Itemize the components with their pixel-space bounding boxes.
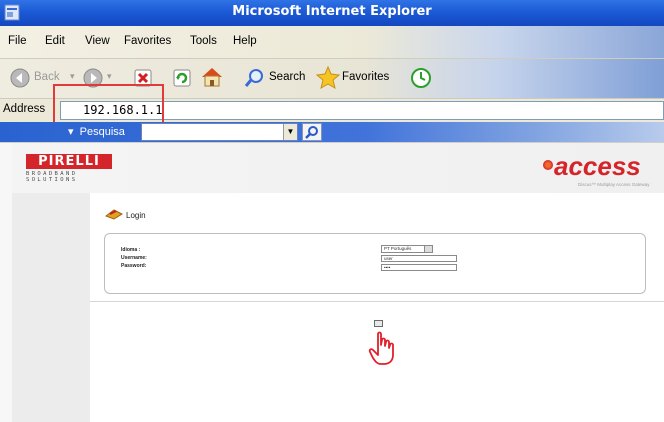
menu-file[interactable]: File [8, 35, 27, 47]
menu-favorites[interactable]: Favorites [124, 35, 171, 47]
menu-edit[interactable]: Edit [45, 35, 65, 47]
pesquisa-go-button[interactable] [302, 123, 322, 141]
pirelli-logo: PIRELLI [26, 154, 112, 169]
search-magnifier-icon[interactable] [243, 67, 265, 89]
content-divider [90, 301, 664, 302]
menu-bar: File Edit View Favorites Tools Help [0, 26, 664, 58]
access-tagline: Discus™ Multiplay Access Gateway [578, 182, 650, 187]
menu-help[interactable]: Help [233, 35, 257, 47]
forward-dropdown-icon[interactable]: ▾ [107, 71, 112, 82]
window-titlebar: Microsoft Internet Explorer [0, 0, 664, 26]
submit-button[interactable] [374, 320, 383, 327]
password-input[interactable]: •••• [381, 264, 457, 271]
search-button[interactable]: Search [269, 71, 305, 83]
menu-tools[interactable]: Tools [190, 35, 217, 47]
favorites-button[interactable]: Favorites [342, 71, 389, 83]
login-key-icon [104, 209, 124, 220]
menu-view[interactable]: View [85, 35, 110, 47]
address-label: Address [3, 103, 46, 115]
idioma-value: PT Português [384, 246, 412, 251]
idioma-label: Idioma : [121, 247, 141, 253]
access-logo-icon [543, 160, 553, 170]
pesquisa-input[interactable]: ▼ [141, 123, 298, 141]
password-value: •••• [384, 265, 391, 270]
search-go-icon [305, 126, 318, 139]
pesquisa-dropdown-icon[interactable]: ▼ [283, 124, 297, 140]
idioma-select[interactable]: PT Português [381, 245, 433, 253]
refresh-icon[interactable] [172, 68, 192, 88]
username-label: Username: [121, 255, 147, 261]
left-sidebar [12, 193, 91, 422]
history-icon[interactable] [410, 67, 432, 89]
address-highlight-box [53, 84, 164, 125]
username-input[interactable]: user [381, 255, 457, 262]
hand-pointer-cursor-icon [368, 331, 394, 365]
broadband-solutions-logo: BROADBAND SOLUTIONS [26, 171, 78, 183]
idioma-dropdown-icon [424, 246, 432, 252]
password-label: Password: [121, 263, 147, 269]
window-title: Microsoft Internet Explorer [232, 4, 432, 19]
login-form-panel: Idioma : PT Português Username: user Pas… [104, 233, 646, 294]
login-content: Login Idioma : PT Português Username: us… [90, 193, 664, 422]
access-logo: access [554, 151, 641, 181]
back-arrow-icon[interactable] [10, 68, 30, 88]
web-page: PIRELLI BROADBAND SOLUTIONS access Discus… [0, 142, 664, 422]
favorites-star-icon[interactable] [316, 66, 340, 89]
page-header: PIRELLI BROADBAND SOLUTIONS access Discus… [12, 143, 664, 193]
back-button[interactable]: Back [34, 71, 60, 83]
search-links-bar: ▾ Pesquisa ▼ [0, 122, 664, 142]
login-title: Login [126, 211, 146, 220]
back-dropdown-icon[interactable]: ▾ [70, 71, 75, 82]
username-value: user [384, 256, 393, 261]
home-icon[interactable] [200, 66, 224, 88]
pesquisa-label: Pesquisa [79, 126, 125, 138]
pesquisa-button[interactable]: ▾ Pesquisa [68, 125, 125, 138]
